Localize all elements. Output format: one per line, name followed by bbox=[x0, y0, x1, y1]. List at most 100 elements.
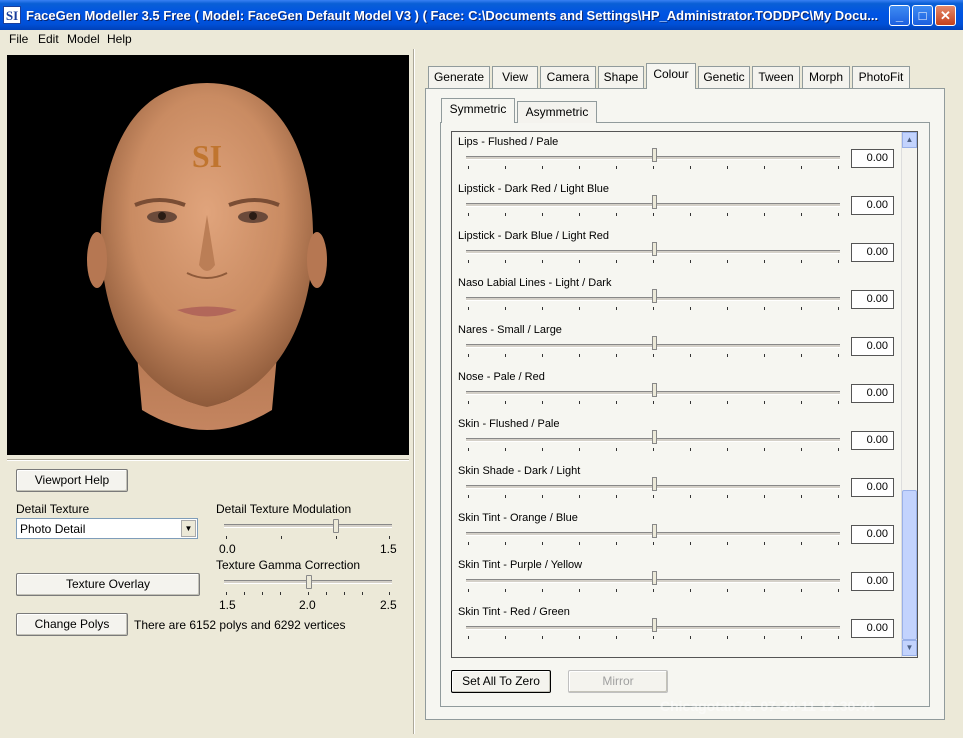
texture-overlay-button[interactable]: Texture Overlay bbox=[16, 573, 200, 596]
tab-generate[interactable]: Generate bbox=[428, 66, 490, 88]
tick bbox=[838, 495, 839, 498]
tick bbox=[727, 213, 728, 216]
scroll-up-icon[interactable]: ▲ bbox=[902, 132, 917, 148]
minimize-button[interactable]: _ bbox=[889, 5, 910, 26]
tab-colour[interactable]: Colour bbox=[646, 63, 696, 89]
forehead-logo-text: SI bbox=[192, 138, 222, 174]
slider-thumb[interactable] bbox=[652, 195, 657, 209]
tick bbox=[505, 448, 506, 451]
menu-edit[interactable]: Edit bbox=[38, 32, 59, 46]
slider-label: Nose - Pale / Red bbox=[458, 371, 545, 383]
slider-row: Skin - Flushed / Pale 0.00 bbox=[452, 414, 902, 461]
tick bbox=[505, 213, 506, 216]
slider-value-field[interactable]: 0.00 bbox=[851, 619, 894, 638]
detail-texture-label: Detail Texture bbox=[16, 502, 90, 516]
slider-row: Skin Tint - Orange / Blue 0.00 bbox=[452, 508, 902, 555]
menu-file[interactable]: File bbox=[9, 32, 28, 46]
detail-modulation-max: 1.5 bbox=[380, 542, 397, 556]
tab-camera[interactable]: Camera bbox=[540, 66, 596, 88]
face-viewport[interactable]: SI bbox=[7, 55, 409, 455]
slider-thumb[interactable] bbox=[652, 430, 657, 444]
slider-row: Naso Labial Lines - Light / Dark 0.00 bbox=[452, 273, 902, 320]
scroll-down-icon[interactable]: ▼ bbox=[902, 640, 917, 656]
slider-thumb[interactable] bbox=[652, 383, 657, 397]
maximize-button[interactable]: □ bbox=[912, 5, 933, 26]
slider-row: Lipstick - Dark Blue / Light Red 0.00 bbox=[452, 226, 902, 273]
slider-label: Skin Tint - Purple / Yellow bbox=[458, 559, 583, 571]
gamma-max: 2.5 bbox=[380, 598, 397, 612]
tick bbox=[226, 536, 227, 539]
tick bbox=[542, 354, 543, 357]
tick bbox=[389, 592, 390, 595]
tick bbox=[838, 213, 839, 216]
tab-view[interactable]: View bbox=[492, 66, 538, 88]
scrollbar-thumb[interactable] bbox=[902, 490, 917, 640]
slider-value-field[interactable]: 0.00 bbox=[851, 384, 894, 403]
tick bbox=[505, 166, 506, 169]
tick bbox=[336, 536, 337, 539]
subtab-asymmetric[interactable]: Asymmetric bbox=[517, 101, 597, 123]
slider-value-field[interactable]: 0.00 bbox=[851, 337, 894, 356]
slider-thumb[interactable] bbox=[652, 524, 657, 538]
detail-modulation-track[interactable] bbox=[224, 524, 392, 528]
set-all-to-zero-button[interactable]: Set All To Zero bbox=[451, 670, 551, 693]
menu-help[interactable]: Help bbox=[107, 32, 132, 46]
slider-row: Nose - Pale / Red 0.00 bbox=[452, 367, 902, 414]
slider-value-field[interactable]: 0.00 bbox=[851, 243, 894, 262]
tick bbox=[579, 166, 580, 169]
mirror-button[interactable]: Mirror bbox=[568, 670, 668, 693]
tick bbox=[542, 495, 543, 498]
slider-label: Skin Tint - Red / Green bbox=[458, 606, 570, 618]
menu-model[interactable]: Model bbox=[67, 32, 100, 46]
slider-value-field[interactable]: 0.00 bbox=[851, 431, 894, 450]
slider-value-field[interactable]: 0.00 bbox=[851, 525, 894, 544]
tick bbox=[344, 592, 345, 595]
slider-thumb[interactable] bbox=[652, 571, 657, 585]
slider-value-field[interactable]: 0.00 bbox=[851, 149, 894, 168]
slider-thumb[interactable] bbox=[652, 477, 657, 491]
tick bbox=[653, 307, 654, 310]
chevron-down-icon[interactable]: ▼ bbox=[181, 520, 196, 537]
tick bbox=[542, 636, 543, 639]
slider-thumb[interactable] bbox=[652, 148, 657, 162]
slider-value-field[interactable]: 0.00 bbox=[851, 196, 894, 215]
tick bbox=[280, 592, 281, 595]
tick bbox=[838, 542, 839, 545]
left-divider bbox=[7, 459, 409, 461]
tick bbox=[838, 166, 839, 169]
detail-modulation-thumb[interactable] bbox=[333, 519, 339, 533]
change-polys-button[interactable]: Change Polys bbox=[16, 613, 128, 636]
tab-morph[interactable]: Morph bbox=[802, 66, 850, 88]
tab-genetic[interactable]: Genetic bbox=[698, 66, 750, 88]
tab-tween[interactable]: Tween bbox=[752, 66, 800, 88]
slider-value-field[interactable]: 0.00 bbox=[851, 572, 894, 591]
detail-modulation-label: Detail Texture Modulation bbox=[216, 502, 352, 516]
detail-texture-select[interactable]: Photo Detail ▼ bbox=[16, 518, 198, 539]
tab-shape[interactable]: Shape bbox=[598, 66, 644, 88]
viewport-help-button[interactable]: Viewport Help bbox=[16, 469, 128, 492]
slider-label: Naso Labial Lines - Light / Dark bbox=[458, 277, 612, 289]
tick bbox=[468, 260, 469, 263]
tick bbox=[764, 166, 765, 169]
slider-value-field[interactable]: 0.00 bbox=[851, 478, 894, 497]
tick bbox=[579, 636, 580, 639]
tick bbox=[838, 354, 839, 357]
slider-thumb[interactable] bbox=[652, 336, 657, 350]
slider-thumb[interactable] bbox=[652, 242, 657, 256]
tick bbox=[616, 589, 617, 592]
tick bbox=[764, 495, 765, 498]
slider-thumb[interactable] bbox=[652, 618, 657, 632]
tick bbox=[727, 354, 728, 357]
slider-label: Nares - Small / Large bbox=[458, 324, 562, 336]
slider-thumb[interactable] bbox=[652, 289, 657, 303]
tab-photofit[interactable]: PhotoFit bbox=[852, 66, 910, 88]
close-button[interactable]: ✕ bbox=[935, 5, 956, 26]
tick bbox=[690, 213, 691, 216]
slider-value-field[interactable]: 0.00 bbox=[851, 290, 894, 309]
tick bbox=[505, 589, 506, 592]
subtab-symmetric[interactable]: Symmetric bbox=[441, 98, 515, 123]
panel-splitter[interactable] bbox=[413, 49, 415, 734]
gamma-correction-thumb[interactable] bbox=[306, 575, 312, 589]
colour-slider-list: Lips - Flushed / Pale 0.00 Lipstick - Da… bbox=[451, 131, 918, 658]
vertical-scrollbar[interactable]: ▲ ▼ bbox=[901, 132, 917, 657]
